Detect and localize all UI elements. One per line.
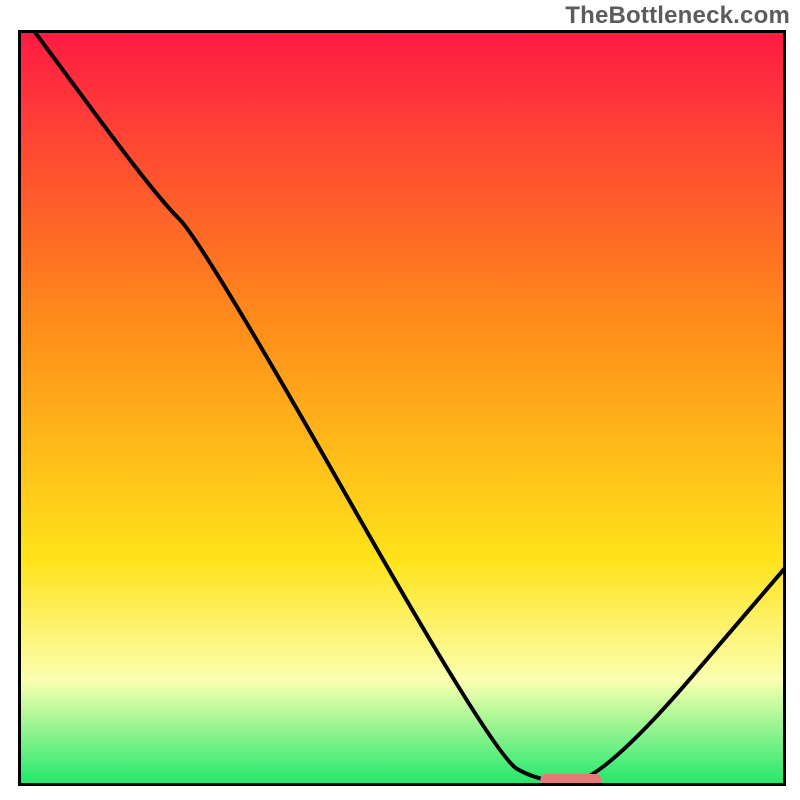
- gradient-background: [18, 30, 786, 786]
- chart-frame: TheBottleneck.com: [0, 0, 800, 800]
- plot-area: [18, 30, 786, 786]
- attribution-label: TheBottleneck.com: [565, 2, 790, 30]
- bottleneck-curve-chart: [18, 30, 786, 786]
